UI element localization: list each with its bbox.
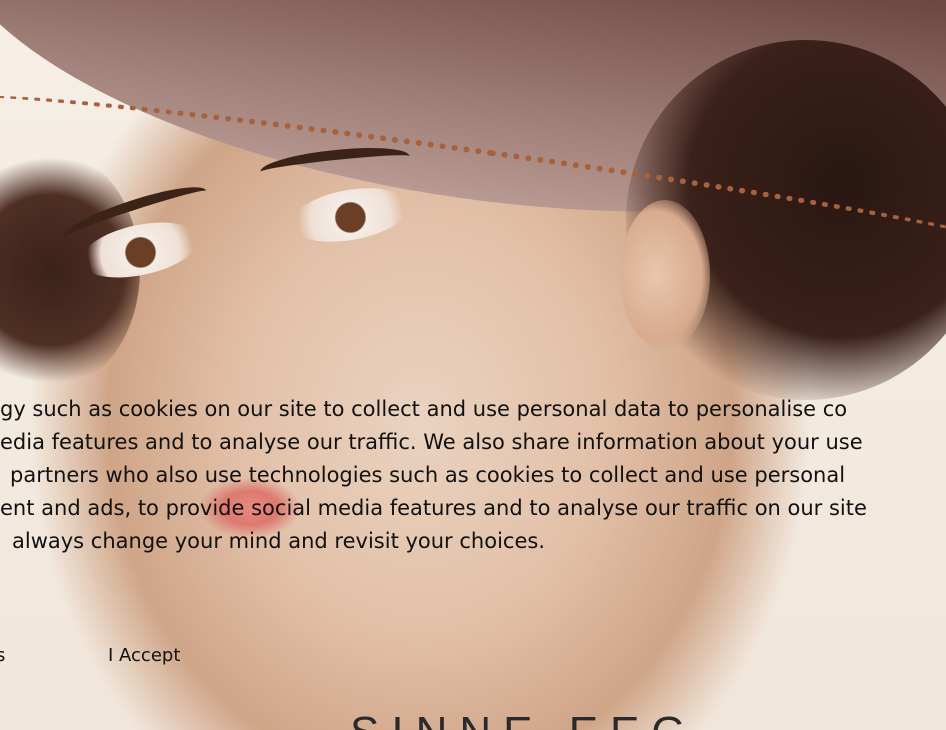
cookie-settings-button[interactable]: s	[0, 645, 5, 666]
page: SINNE EEG gy such as cookies on our site…	[0, 0, 946, 730]
cookie-text-line: gy such as cookies on our site to collec…	[0, 397, 848, 421]
eye-right	[286, 179, 414, 251]
ear	[620, 200, 710, 350]
cookie-text-line: always change your mind and revisit your…	[12, 529, 545, 553]
cookie-banner-text: gy such as cookies on our site to collec…	[0, 393, 946, 558]
cover-title: SINNE EEG	[350, 708, 698, 730]
cookie-text-line: edia features and to analyse our traffic…	[0, 430, 863, 454]
cookie-text-line: ent and ads, to provide social media fea…	[0, 496, 867, 520]
cover-photo: SINNE EEG	[0, 0, 946, 730]
accept-button[interactable]: I Accept	[108, 645, 180, 666]
cookie-text-line: partners who also use technologies such …	[10, 463, 846, 487]
